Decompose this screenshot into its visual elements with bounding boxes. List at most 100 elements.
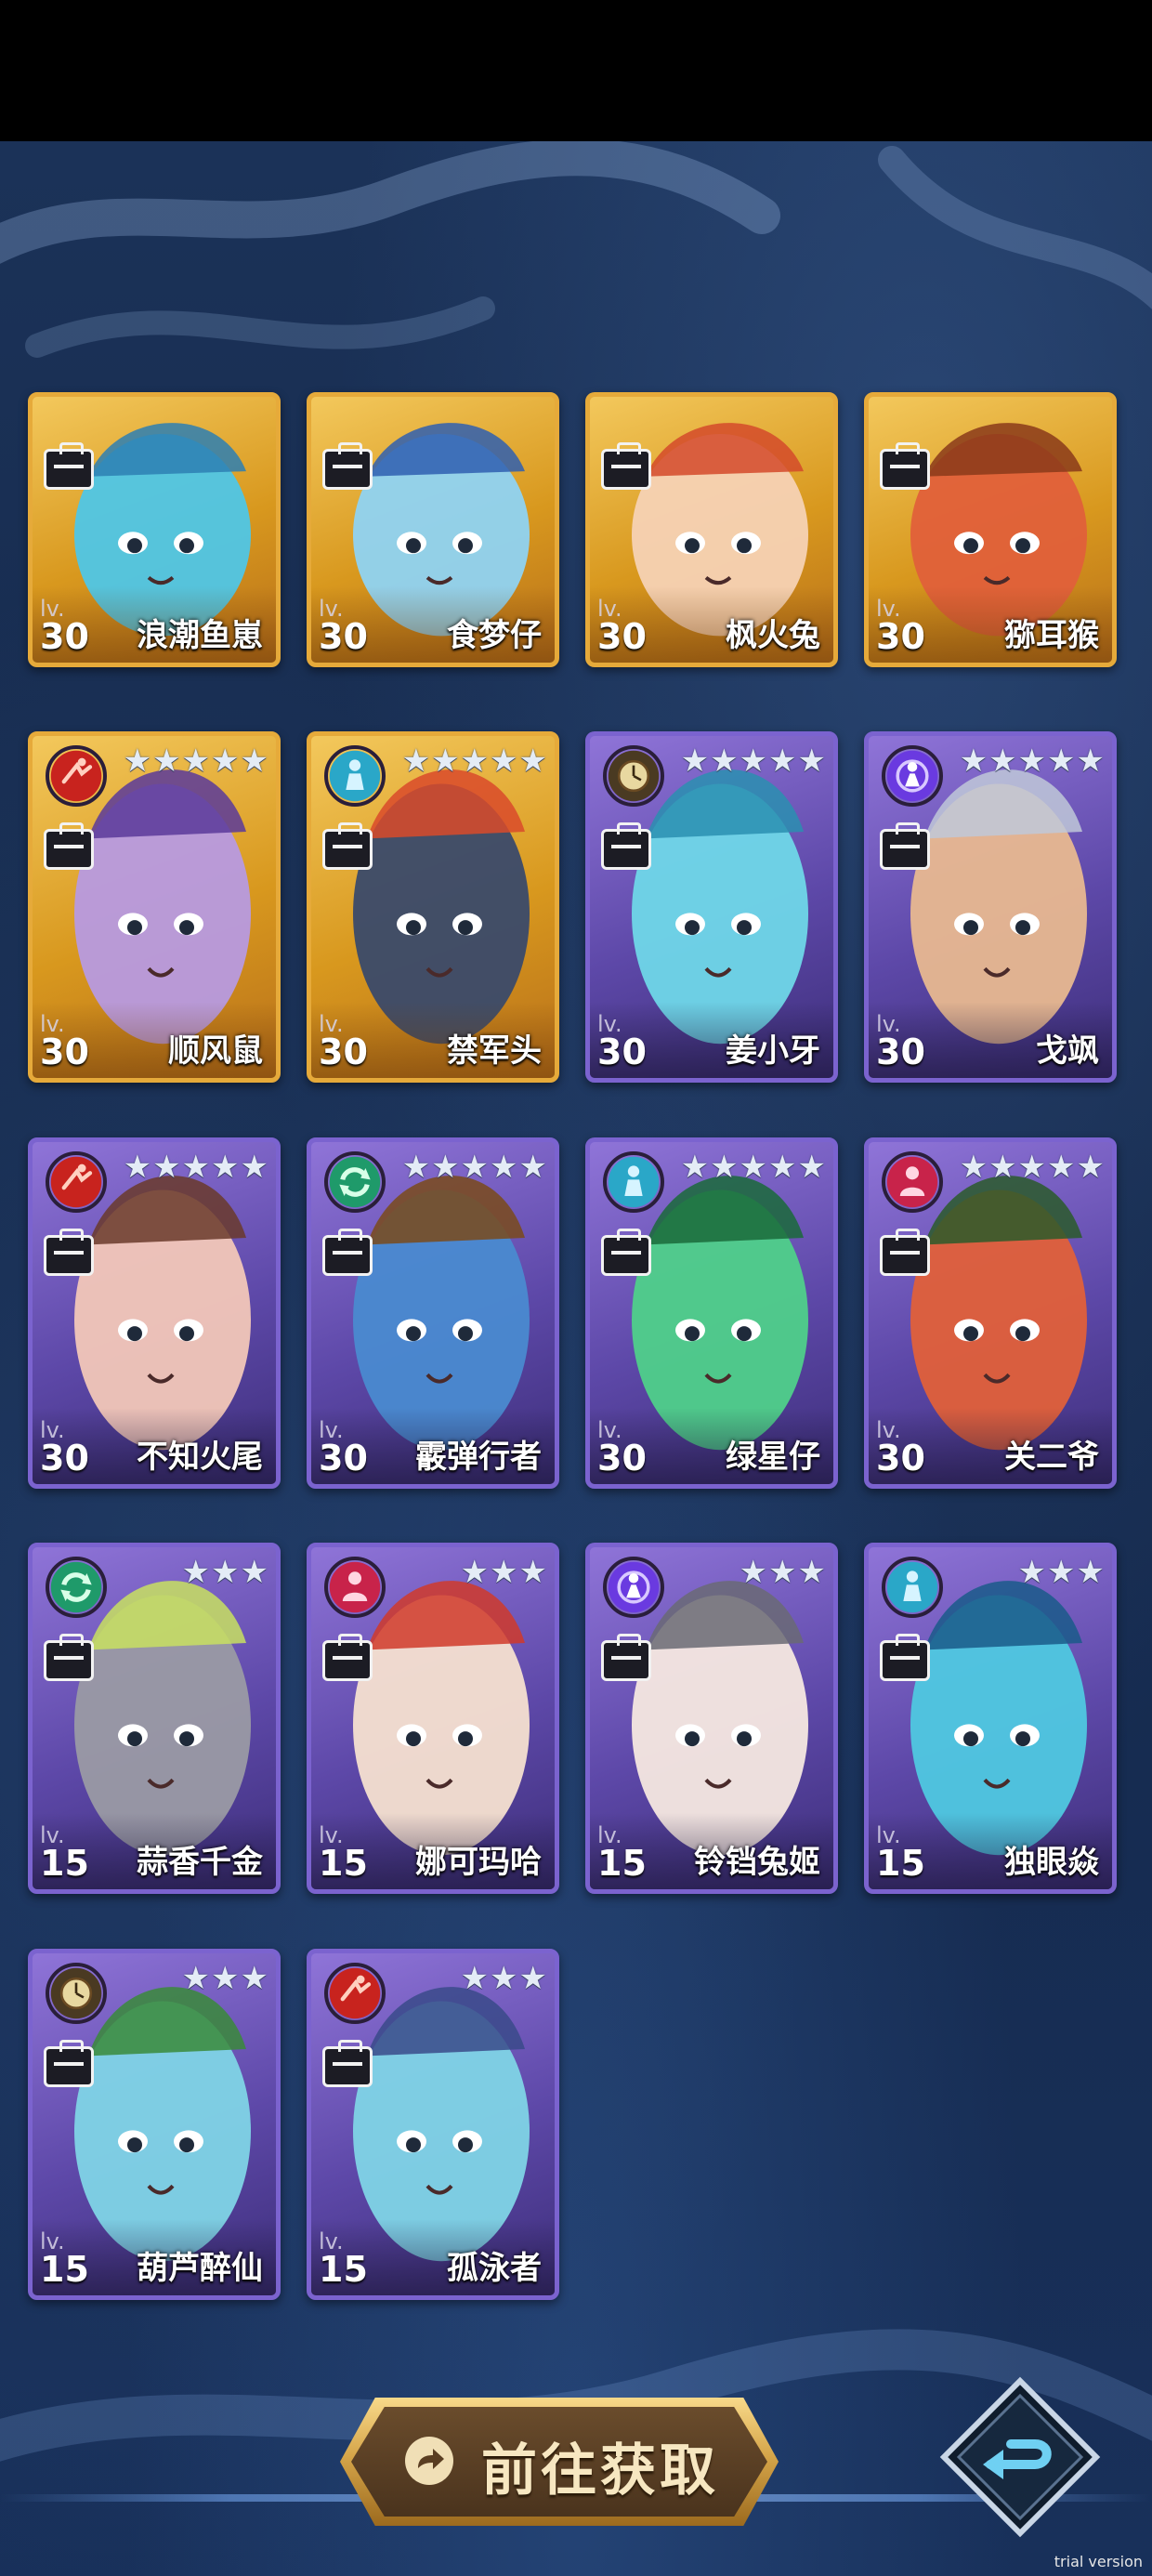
character-card[interactable]: ★ ★ ★ lv. 15 孤泳者 [307,1949,559,2300]
character-name: 不知火尾 [137,1439,263,1476]
character-name: 关二爷 [1004,1439,1099,1476]
level-number: 15 [40,1843,89,1884]
star-rating: ★ ★ ★ ★ ★ [960,1151,1105,1183]
star-icon: ★ [181,1960,211,1997]
star-icon: ★ [739,743,768,780]
level-number: 30 [319,1438,368,1479]
character-card[interactable]: lv. 30 食梦仔 [307,392,559,667]
character-card[interactable]: ★ ★ ★ ★ ★ lv. 30 戈飒 [864,731,1117,1083]
star-icon: ★ [490,1960,518,1997]
level-number: 30 [40,1438,89,1479]
character-card[interactable]: ★ ★ ★ lv. 15 娜可玛哈 [307,1543,559,1894]
inventory-bag-icon [880,1229,930,1276]
star-icon: ★ [431,743,460,780]
inventory-bag-icon [880,442,930,490]
star-icon: ★ [739,1149,768,1186]
level-number: 30 [876,1438,925,1479]
star-icon: ★ [1047,1149,1076,1186]
status-bar [0,0,1152,141]
star-icon: ★ [211,743,240,780]
inventory-bag-icon [322,442,373,490]
star-icon: ★ [739,1554,768,1591]
character-card[interactable]: ★ ★ ★ lv. 15 蒜香千金 [28,1543,281,1894]
character-card[interactable]: ★ ★ ★ ★ ★ lv. 30 姜小牙 [585,731,838,1083]
star-icon: ★ [181,1149,211,1186]
character-card[interactable]: lv. 30 浪潮鱼崽 [28,392,281,667]
star-icon: ★ [797,743,826,780]
star-icon: ★ [211,1554,240,1591]
star-rating: ★ ★ ★ [1018,1557,1105,1588]
star-icon: ★ [123,1149,152,1186]
character-card[interactable]: ★ ★ ★ ★ ★ lv. 30 绿星仔 [585,1137,838,1489]
level-number: 15 [319,1843,368,1884]
star-icon: ★ [988,1149,1017,1186]
speed-role-icon [46,1151,107,1213]
back-button[interactable] [938,2375,1102,2539]
star-icon: ★ [240,1149,268,1186]
star-icon: ★ [460,1554,490,1591]
star-icon: ★ [152,743,181,780]
star-rating: ★ ★ ★ ★ ★ [402,745,547,777]
star-rating: ★ ★ ★ [182,1963,268,1994]
character-name: 绿星仔 [726,1439,820,1476]
character-card[interactable]: ★ ★ ★ lv. 15 铃铛兔姬 [585,1543,838,1894]
character-card[interactable]: lv. 30 枫火兔 [585,392,838,667]
star-icon: ★ [181,743,211,780]
star-icon: ★ [401,1149,431,1186]
star-icon: ★ [680,743,710,780]
team-role-icon [882,1151,943,1213]
star-icon: ★ [1076,1554,1105,1591]
character-card[interactable]: ★ ★ ★ lv. 15 葫芦醉仙 [28,1949,281,2300]
defense-role-icon [603,1151,664,1213]
character-card[interactable]: ★ ★ ★ ★ ★ lv. 30 不知火尾 [28,1137,281,1489]
character-name: 霰弹行者 [415,1439,542,1476]
level-number: 30 [40,616,89,657]
star-icon: ★ [518,1960,547,1997]
star-rating: ★ ★ ★ ★ ★ [124,745,268,777]
star-icon: ★ [460,1960,490,1997]
character-name: 葫芦醉仙 [137,2250,263,2287]
star-icon: ★ [1076,743,1105,780]
star-icon: ★ [797,1149,826,1186]
star-icon: ★ [1017,743,1047,780]
star-icon: ★ [431,1149,460,1186]
character-card[interactable]: ★ ★ ★ ★ ★ lv. 30 关二爷 [864,1137,1117,1489]
star-icon: ★ [959,1149,988,1186]
go-obtain-button[interactable]: 前往获取 [340,2398,779,2526]
level-number: 15 [319,2249,368,2290]
inventory-bag-icon [322,822,373,870]
inventory-bag-icon [880,1634,930,1681]
level-number: 30 [876,1032,925,1072]
character-card[interactable]: ★ ★ ★ ★ ★ lv. 30 顺风鼠 [28,731,281,1083]
star-icon: ★ [768,743,797,780]
time-role-icon [46,1963,107,2024]
star-icon: ★ [211,1960,240,1997]
star-rating: ★ ★ ★ ★ ★ [402,1151,547,1183]
star-rating: ★ ★ ★ ★ ★ [960,745,1105,777]
star-icon: ★ [490,1554,518,1591]
speed-role-icon [324,1963,386,2024]
star-icon: ★ [768,1554,797,1591]
inventory-bag-icon [44,1229,94,1276]
inventory-bag-icon [601,822,651,870]
redirect-arrow-glyph [418,2449,444,2469]
return-arrow-icon [939,2376,1101,2538]
character-name: 娜可玛哈 [415,1844,542,1881]
inventory-bag-icon [601,1229,651,1276]
star-icon: ★ [181,1554,211,1591]
character-card[interactable]: lv. 30 猕耳猴 [864,392,1117,667]
inventory-bag-icon [322,1229,373,1276]
inventory-bag-icon [44,1634,94,1681]
star-icon: ★ [768,1149,797,1186]
star-icon: ★ [240,1960,268,1997]
star-icon: ★ [240,1554,268,1591]
character-name: 禁军头 [447,1032,542,1070]
character-card[interactable]: ★ ★ ★ lv. 15 独眼焱 [864,1543,1117,1894]
cycle-role-icon [324,1151,386,1213]
character-card[interactable]: ★ ★ ★ ★ ★ lv. 30 禁军头 [307,731,559,1083]
star-icon: ★ [1047,1554,1076,1591]
star-rating: ★ ★ ★ ★ ★ [124,1151,268,1183]
inventory-bag-icon [44,442,94,490]
level-number: 30 [40,1032,89,1072]
character-card[interactable]: ★ ★ ★ ★ ★ lv. 30 霰弹行者 [307,1137,559,1489]
